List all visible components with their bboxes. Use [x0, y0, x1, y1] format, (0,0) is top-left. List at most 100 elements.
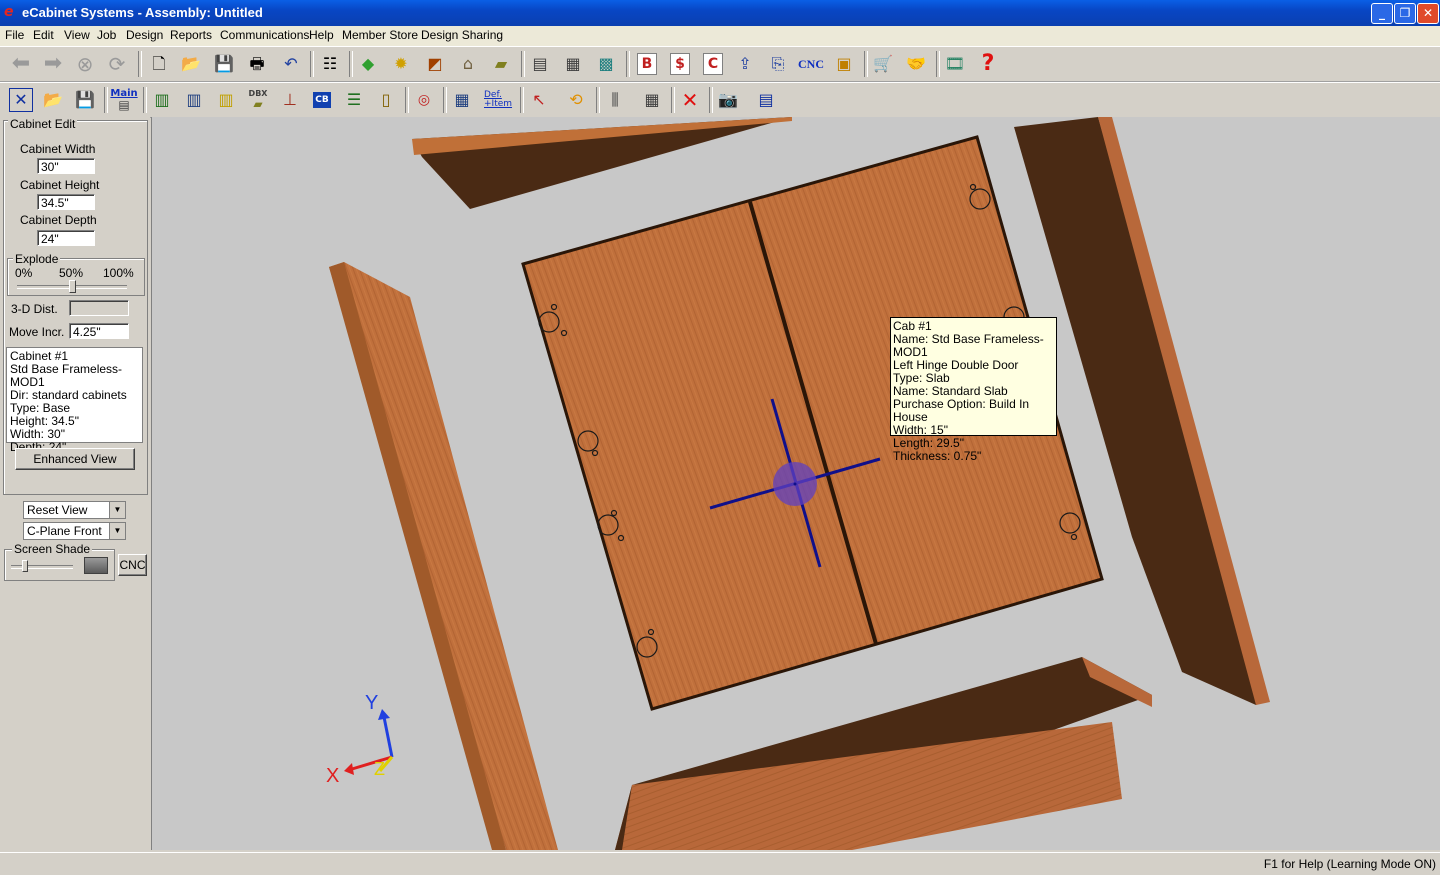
bid-report-icon[interactable]: B — [637, 53, 657, 75]
base-cabinet-icon[interactable]: ▥ — [149, 87, 175, 113]
screen-shade-thumb[interactable] — [22, 560, 28, 572]
dist-field — [69, 300, 129, 316]
menu-job[interactable]: Job — [97, 28, 116, 42]
shade-swatch[interactable] — [84, 557, 108, 574]
dimension-icon[interactable]: ⊥ — [277, 87, 303, 113]
cnc-button[interactable]: CNC — [118, 554, 147, 576]
cut-report-icon[interactable]: C — [703, 53, 723, 75]
explode-slider-thumb[interactable] — [69, 280, 76, 293]
move-incr-field[interactable]: 4.25" — [69, 323, 129, 339]
grid-icon[interactable]: ▦ — [639, 87, 665, 113]
top-panel[interactable] — [412, 117, 792, 209]
enhanced-view-button[interactable]: Enhanced View — [15, 448, 135, 470]
new-file-icon[interactable]: 🗋 — [146, 51, 172, 77]
cabinet-list-icon[interactable]: ▦ — [560, 51, 586, 77]
view-select[interactable]: Reset View ▼ — [23, 501, 126, 519]
cm-icon[interactable]: ◎ — [411, 87, 437, 113]
close-view-icon[interactable]: ✕ — [9, 88, 33, 112]
forward-arrow-icon[interactable]: ➡ — [40, 51, 66, 77]
toolbar-separator — [709, 87, 713, 113]
wall-cabinet-icon[interactable]: ▥ — [181, 87, 207, 113]
open-folder-icon[interactable]: 📂 — [178, 51, 204, 77]
shelf-icon[interactable]: ☰ — [341, 87, 367, 113]
upload-icon[interactable]: ⇪ — [732, 51, 758, 77]
plane-select[interactable]: C-Plane Front ▼ — [23, 522, 126, 540]
3d-viewport[interactable]: Y X Z Cab #1 Name: Std Base Frameless-MO… — [151, 117, 1440, 850]
def-item-button[interactable]: Def. +Item — [484, 87, 518, 113]
close-button[interactable]: ✕ — [1417, 3, 1439, 24]
video-icon[interactable]: 🎞 — [942, 51, 968, 77]
sheet-layout-icon[interactable]: ▣ — [831, 51, 857, 77]
axis-y-label: Y — [365, 692, 379, 714]
cnc-icon[interactable]: CNC — [797, 51, 825, 77]
cb-button[interactable]: CB — [313, 92, 331, 108]
info-line: Std Base Frameless-MOD1 — [10, 362, 123, 389]
chevron-down-icon: ▼ — [109, 523, 125, 539]
cabinet-edit-title: Cabinet Edit — [8, 117, 78, 131]
explode-tick-0: 0% — [15, 266, 33, 280]
menu-file[interactable]: File — [5, 28, 24, 42]
menu-help[interactable]: Help — [309, 28, 334, 42]
export-icon[interactable]: ⎘ — [765, 51, 791, 77]
toolbar-separator — [864, 51, 868, 77]
toolbar-separator — [138, 51, 142, 77]
stop-icon[interactable]: ⊗ — [72, 51, 98, 77]
main-view-button[interactable]: Main ▤ — [110, 87, 137, 113]
back-arrow-icon[interactable]: ⬅ — [8, 51, 34, 77]
parts-list-icon[interactable]: ▦ — [449, 87, 475, 113]
profile-icon[interactable]: ◩ — [422, 51, 448, 77]
maximize-button[interactable]: ❐ — [1394, 3, 1416, 24]
divider-icon[interactable]: ⫼ — [602, 87, 628, 113]
cabinet-height-label: Cabinet Height — [20, 178, 100, 192]
toolbar-separator — [626, 51, 630, 77]
door-icon[interactable]: ▯ — [373, 87, 399, 113]
toolbar-separator — [310, 51, 314, 77]
settings-sliders-icon[interactable]: ☷ — [317, 51, 343, 77]
minimize-button[interactable]: _ — [1371, 3, 1393, 24]
title-bar: e eCabinet Systems - Assembly: Untitled … — [0, 0, 1440, 26]
print-icon[interactable]: 🖶 — [244, 51, 270, 77]
help-icon[interactable]: ? — [975, 51, 1001, 77]
cabinet-height-field[interactable]: 34.5" — [37, 194, 95, 210]
menu-view[interactable]: View — [64, 28, 90, 42]
dbx-button[interactable]: DBX ▰ — [245, 87, 271, 113]
menu-reports[interactable]: Reports — [170, 28, 212, 42]
shopping-cart-icon[interactable]: 🛒 — [870, 51, 896, 77]
toolbar-separator — [443, 87, 447, 113]
handshake-icon[interactable]: 🤝 — [903, 51, 929, 77]
save-cabinet-icon[interactable]: 💾 — [72, 87, 98, 113]
panel-icon[interactable]: ▰ — [488, 51, 514, 77]
menu-member-store[interactable]: Member Store — [342, 28, 418, 42]
rotate-icon[interactable]: ⟲ — [563, 87, 589, 113]
left-side-panel[interactable] — [329, 262, 558, 850]
materials-icon[interactable]: ◆ — [355, 51, 381, 77]
ruler-icon[interactable]: ▤ — [753, 87, 779, 113]
explode-tick-50: 50% — [59, 266, 84, 280]
assembly-scene — [329, 117, 1270, 850]
undo-icon[interactable]: ↶ — [278, 51, 304, 77]
tooltip-line: Name: Std Base Frameless-MOD1 — [893, 332, 1044, 359]
menu-design-sharing[interactable]: Design Sharing — [421, 28, 503, 42]
save-icon[interactable]: 💾 — [211, 51, 237, 77]
arch-icon[interactable]: ⌂ — [455, 51, 481, 77]
select-arrow-icon[interactable]: ↖ — [526, 87, 552, 113]
screen-shade-slider[interactable] — [11, 565, 73, 569]
room-layout-icon[interactable]: ▩ — [593, 51, 619, 77]
open-cabinet-icon[interactable]: 📂 — [40, 87, 66, 113]
camera-icon[interactable]: 📷 — [715, 87, 741, 113]
cabinet-depth-field[interactable]: 24" — [37, 230, 95, 246]
delete-icon[interactable]: ✕ — [677, 87, 703, 113]
tall-cabinet-icon[interactable]: ▥ — [213, 87, 239, 113]
chevron-down-icon: ▼ — [109, 502, 125, 518]
price-report-icon[interactable]: $ — [670, 53, 690, 75]
menu-design[interactable]: Design — [126, 28, 163, 42]
refresh-icon[interactable]: ⟳ — [104, 51, 130, 77]
lighting-icon[interactable]: ✹ — [388, 51, 414, 77]
def-item-label: Def. +Item — [484, 90, 513, 109]
menu-edit[interactable]: Edit — [33, 28, 54, 42]
cabinet-width-field[interactable]: 30" — [37, 158, 95, 174]
tooltip-line: Purchase Option: Build In House — [893, 397, 1030, 424]
menu-communications[interactable]: Communications — [220, 28, 309, 42]
toolbar-separator — [521, 51, 525, 77]
cabinet-icon[interactable]: ▤ — [527, 51, 553, 77]
